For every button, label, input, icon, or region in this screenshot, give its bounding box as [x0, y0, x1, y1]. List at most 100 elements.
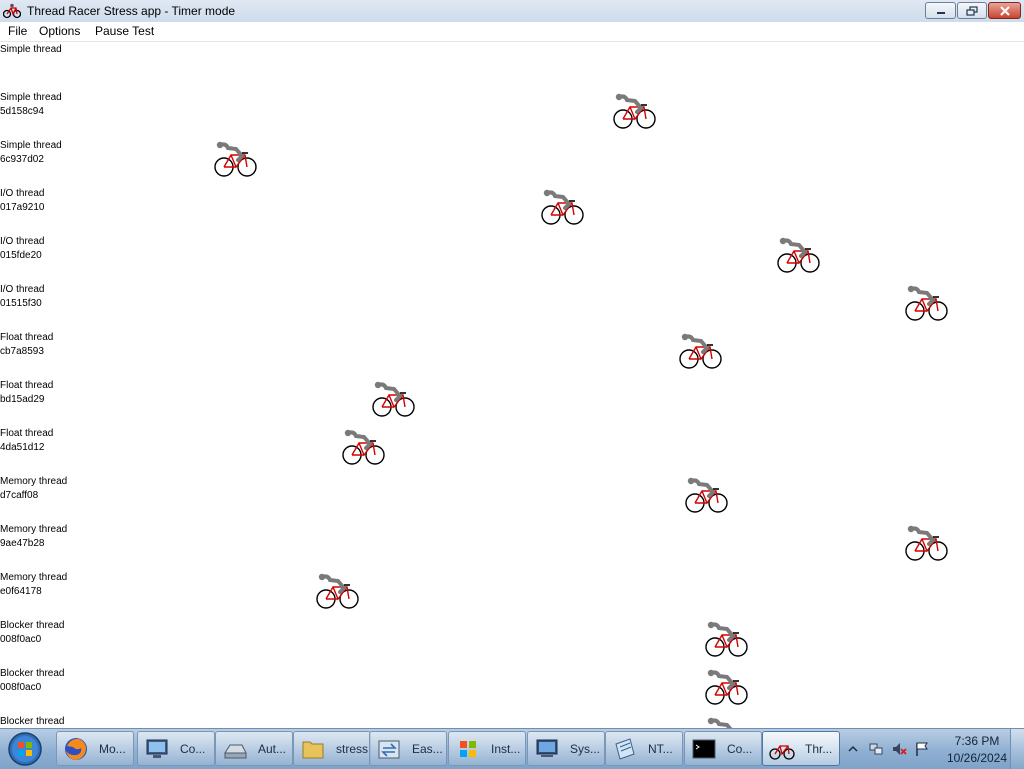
close-button[interactable]	[988, 2, 1021, 19]
bicycle-icon	[342, 429, 385, 465]
bicycle-icon	[214, 141, 258, 177]
bicycle-icon	[613, 93, 656, 129]
taskbar-button-label: Co...	[180, 742, 206, 756]
thread-name: Simple thread	[0, 140, 62, 151]
thread-lane: Memory thread d7caff08	[0, 473, 1024, 521]
bicycle-icon	[679, 333, 722, 369]
bicycle-icon	[541, 189, 585, 225]
taskbar-button-label: Co...	[727, 742, 753, 756]
thread-lane: Memory thread e0f64178	[0, 569, 1024, 617]
thread-name: I/O thread	[0, 284, 45, 295]
thread-id: cb7a8593	[0, 346, 44, 357]
bicycle-icon	[3, 3, 21, 19]
system-icon	[536, 739, 558, 757]
menu-file[interactable]: File	[6, 24, 29, 38]
thread-id: 4da51d12	[0, 442, 45, 453]
thread-id: bd15ad29	[0, 394, 45, 405]
transfer-icon	[378, 740, 400, 759]
taskbar-button-label: Inst...	[491, 742, 521, 756]
drive-icon	[224, 744, 247, 759]
thread-name: Simple thread	[0, 92, 62, 103]
thread-lane: Float thread 4da51d12	[0, 425, 1024, 473]
bicycle-icon	[372, 381, 416, 417]
thread-id: 9ae47b28	[0, 538, 45, 549]
thread-name: I/O thread	[0, 236, 45, 247]
close-icon	[999, 5, 1010, 16]
taskbar-button-label: Eas...	[412, 742, 443, 756]
bicycle-icon	[769, 745, 795, 760]
menu-options[interactable]: Options	[37, 24, 82, 38]
bicycle-icon	[685, 477, 729, 513]
show-desktop-button[interactable]	[1010, 729, 1024, 769]
bicycle-icon	[316, 573, 360, 609]
minimize-button[interactable]	[925, 2, 956, 19]
thread-id: e0f64178	[0, 586, 42, 597]
restore-button[interactable]	[957, 2, 987, 19]
bicycle-icon	[905, 285, 948, 321]
restore-icon	[966, 5, 978, 16]
thread-lane: Blocker thread 008f0ac0	[0, 665, 1024, 713]
bicycle-icon	[685, 477, 728, 513]
bicycle-icon	[905, 525, 948, 561]
race-area: Simple thread Simple thread 5d158c94 Simple…	[0, 41, 1024, 728]
bicycle-icon	[705, 717, 749, 728]
minimize-icon	[936, 11, 945, 14]
taskbar-button[interactable]: Sys...	[527, 731, 605, 766]
bicycle-icon	[905, 525, 949, 561]
thread-lane: Simple thread 5d158c94	[0, 89, 1024, 137]
taskbar-button[interactable]: Eas...	[369, 731, 447, 766]
taskbar-button[interactable]: stress	[293, 731, 371, 766]
bicycle-icon	[777, 237, 821, 273]
thread-id: 01515f30	[0, 298, 42, 309]
window-title: Thread Racer Stress app - Timer mode	[27, 4, 236, 18]
network-icon[interactable]	[868, 741, 884, 757]
system-tray: 7:36 PM 10/26/2024	[842, 729, 1024, 769]
taskbar-button[interactable]: Co...	[684, 731, 762, 766]
bicycle-icon	[679, 333, 723, 369]
flag-icon[interactable]	[914, 741, 930, 757]
bicycle-icon	[372, 381, 415, 417]
taskbar-button[interactable]: Inst...	[448, 731, 526, 766]
bicycle-icon	[541, 189, 584, 225]
thread-name: Memory thread	[0, 476, 68, 487]
thread-name: Float thread	[0, 428, 54, 439]
bicycle-icon	[705, 669, 748, 705]
thread-id: 015fde20	[0, 250, 42, 261]
bicycle-icon	[705, 621, 748, 657]
folder-icon	[302, 741, 324, 759]
bicycle-icon	[705, 621, 749, 657]
notepad-icon	[615, 738, 635, 760]
windows-orb-icon[interactable]	[5, 731, 45, 767]
title-bar: Thread Racer Stress app - Timer mode	[0, 0, 1024, 23]
thread-id: 5d158c94	[0, 106, 44, 117]
thread-name: Float thread	[0, 332, 54, 343]
taskbar-button[interactable]: Co...	[137, 731, 215, 766]
thread-name: Blocker thread	[0, 716, 65, 727]
taskbar-button[interactable]: Mo...	[56, 731, 134, 766]
taskbar-button[interactable]: NT...	[605, 731, 683, 766]
thread-name: Blocker thread	[0, 668, 65, 679]
taskbar-button[interactable]: Aut...	[215, 731, 293, 766]
windows-flag-icon	[460, 741, 476, 757]
taskbar-button-label: Aut...	[258, 742, 287, 756]
taskbar-button[interactable]: Thr...	[762, 731, 840, 766]
speaker-muted-icon[interactable]	[891, 741, 907, 757]
bicycle-icon	[705, 669, 749, 705]
thread-id: 008f0ac0	[0, 682, 42, 693]
clock-time[interactable]: 7:36 PM	[942, 734, 1012, 748]
thread-lane: Float thread cb7a8593	[0, 329, 1024, 377]
taskbar-button-label: Thr...	[805, 742, 833, 756]
thread-lane: Blocker thread	[0, 713, 1024, 728]
chevron-up-icon[interactable]	[845, 741, 861, 757]
taskbar-button-label: Mo...	[99, 742, 126, 756]
menu-bar: File Options Pause Test	[0, 22, 1024, 42]
thread-lane: I/O thread 015fde20	[0, 233, 1024, 281]
taskbar: Mo... Co... Aut... stress Eas... Inst... Sys..…	[0, 728, 1024, 769]
thread-name: I/O thread	[0, 188, 45, 199]
thread-lane: I/O thread 01515f30	[0, 281, 1024, 329]
menu-pause-test[interactable]: Pause Test	[93, 24, 156, 38]
clock-date[interactable]: 10/26/2024	[942, 751, 1012, 765]
taskbar-button-label: stress	[336, 742, 369, 756]
computer-icon	[146, 739, 168, 758]
thread-id: 6c937d02	[0, 154, 44, 165]
